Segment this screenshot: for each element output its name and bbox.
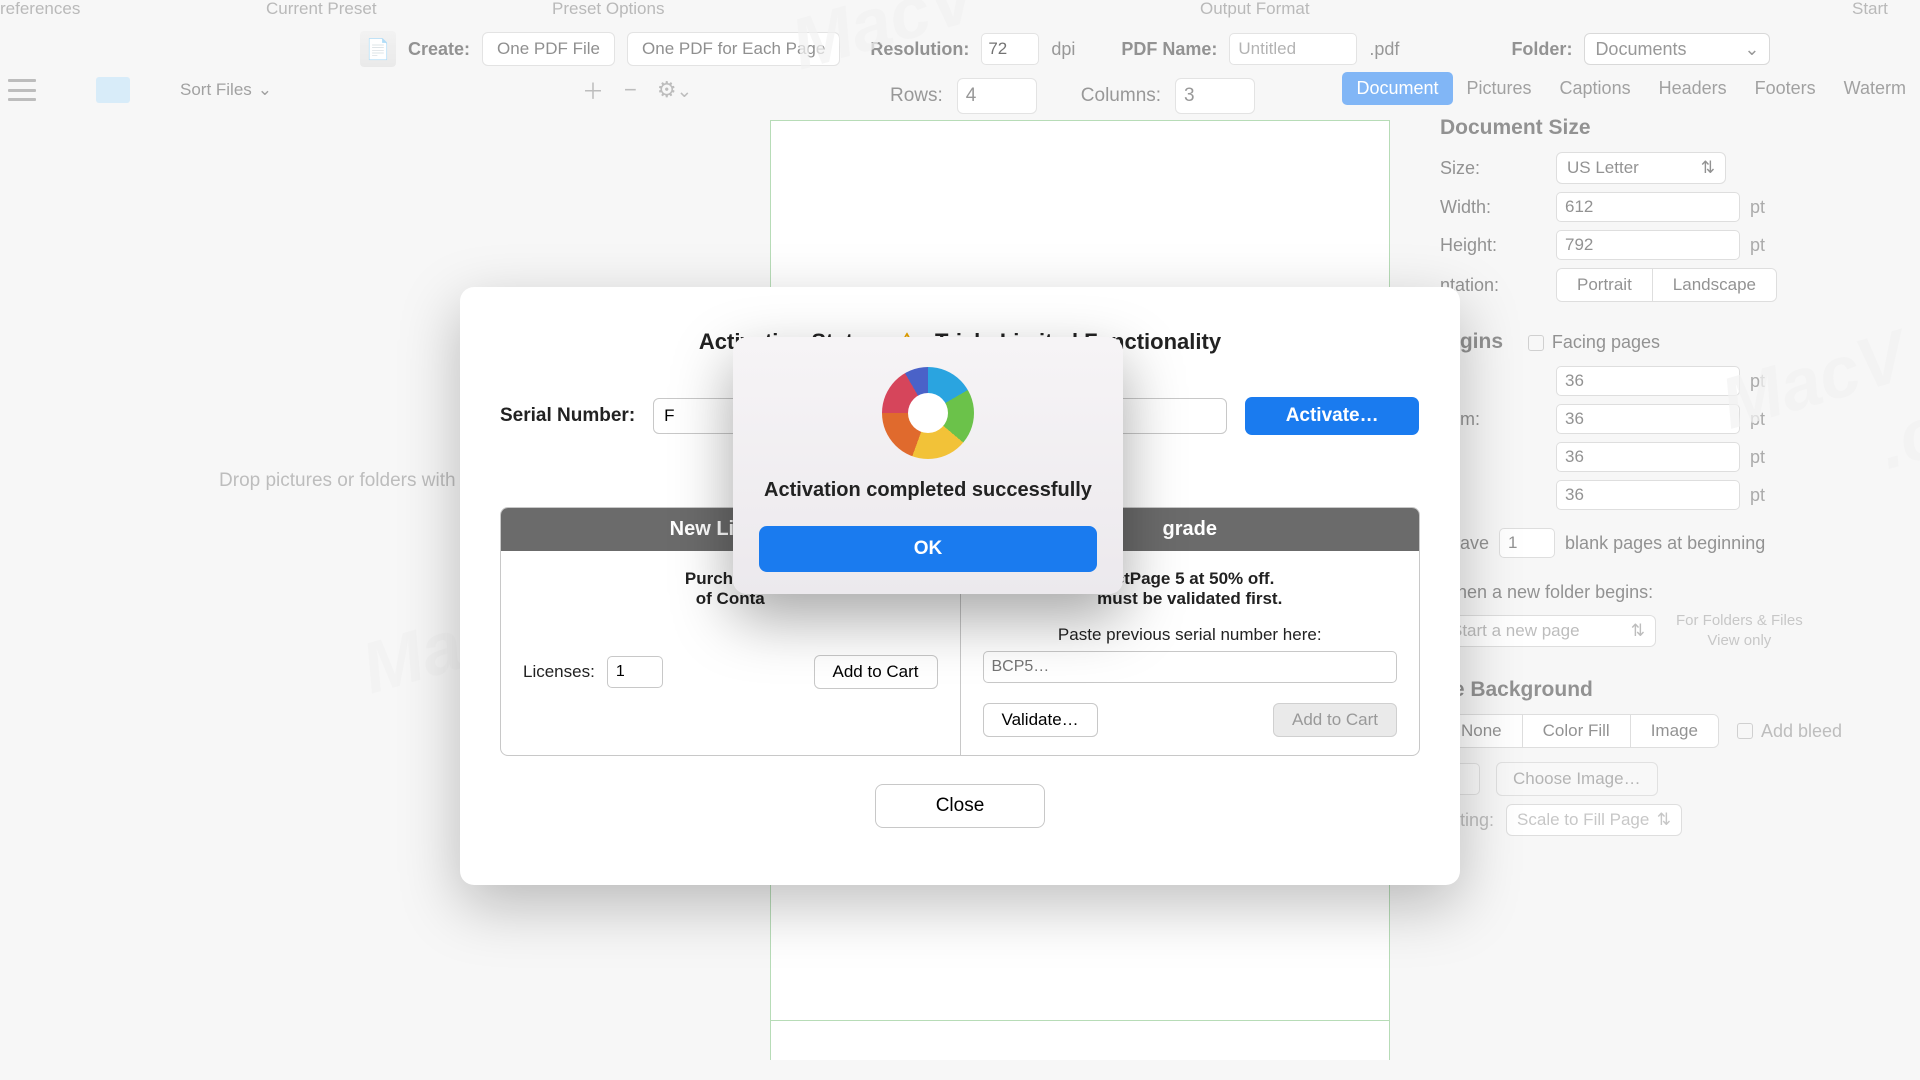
serial-label: Serial Number: (500, 405, 635, 427)
add-to-cart-button[interactable]: Add to Cart (814, 655, 938, 689)
alert-title: Activation completed successfully (759, 477, 1097, 504)
close-button[interactable]: Close (875, 784, 1045, 828)
licenses-input[interactable] (607, 656, 663, 688)
paste-label: Paste previous serial number here: (983, 625, 1398, 645)
ok-button[interactable]: OK (759, 526, 1097, 572)
activation-success-alert: Activation completed successfully OK (733, 337, 1123, 594)
upgrade-add-to-cart-button: Add to Cart (1273, 703, 1397, 737)
licenses-label: Licenses: (523, 662, 595, 682)
app-logo-icon (882, 367, 974, 459)
activate-button[interactable]: Activate… (1245, 397, 1419, 435)
previous-serial-input[interactable] (983, 651, 1398, 683)
validate-button[interactable]: Validate… (983, 703, 1098, 737)
